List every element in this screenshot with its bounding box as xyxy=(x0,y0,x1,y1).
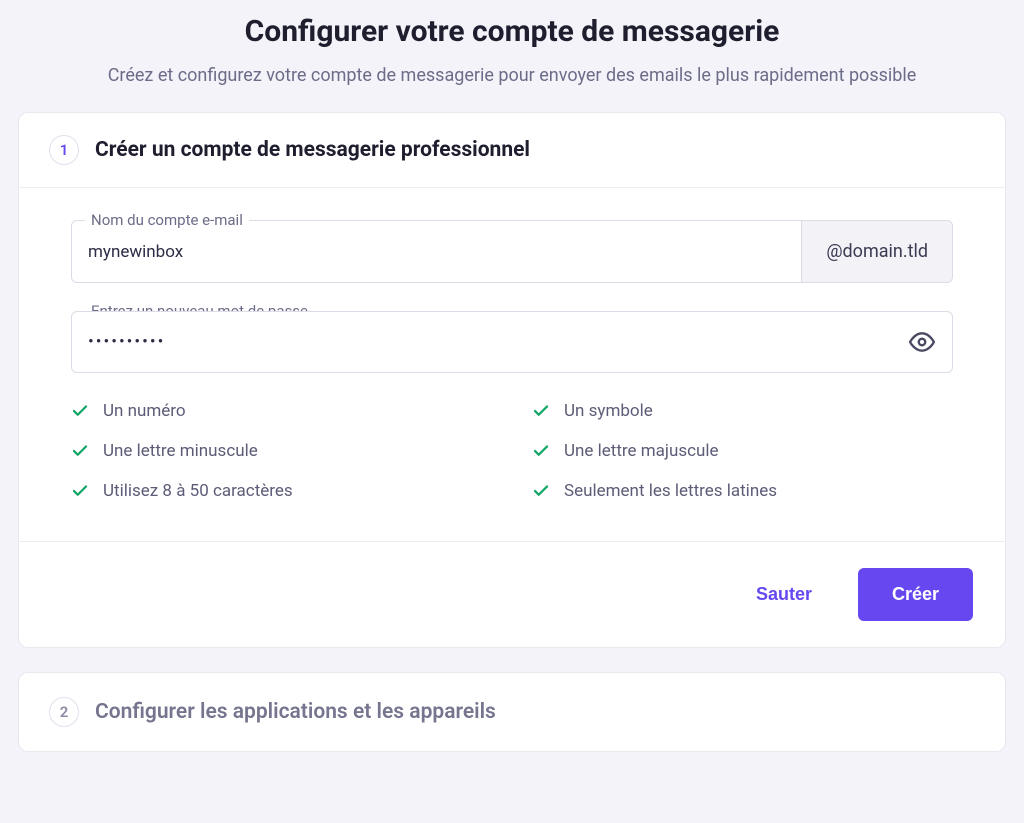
password-input[interactable] xyxy=(71,311,953,373)
password-field-group: Entrez un nouveau mot de passe xyxy=(71,311,953,373)
step-1-body: Nom du compte e-mail @domain.tld Entrez … xyxy=(19,188,1005,541)
step-2-card[interactable]: 2 Configurer les applications et les app… xyxy=(18,672,1006,752)
email-row: @domain.tld xyxy=(71,220,953,283)
step-2-title: Configurer les applications et les appar… xyxy=(95,700,496,724)
skip-button[interactable]: Sauter xyxy=(738,570,830,619)
password-requirements: Un numéro Un symbole Une lettre minuscul… xyxy=(71,401,953,501)
requirement-text: Seulement les lettres latines xyxy=(564,481,777,501)
check-icon xyxy=(532,402,550,420)
step-1-title: Créer un compte de messagerie profession… xyxy=(95,138,530,162)
page-header: Configurer votre compte de messagerie Cr… xyxy=(0,0,1024,112)
requirement-item: Une lettre majuscule xyxy=(532,441,953,461)
requirement-item: Utilisez 8 à 50 caractères xyxy=(71,481,492,501)
check-icon xyxy=(71,402,89,420)
requirement-text: Une lettre minuscule xyxy=(103,441,258,461)
step-1-number: 1 xyxy=(49,135,79,165)
create-button[interactable]: Créer xyxy=(858,568,973,621)
check-icon xyxy=(71,442,89,460)
page-subtitle: Créez et configurez votre compte de mess… xyxy=(40,63,984,88)
requirement-item: Seulement les lettres latines xyxy=(532,481,953,501)
step-2-number: 2 xyxy=(49,697,79,727)
domain-suffix: @domain.tld xyxy=(802,220,953,283)
requirement-item: Un symbole xyxy=(532,401,953,421)
step-1-card: 1 Créer un compte de messagerie professi… xyxy=(18,112,1006,648)
requirement-text: Un numéro xyxy=(103,401,186,421)
check-icon xyxy=(532,442,550,460)
requirement-text: Une lettre majuscule xyxy=(564,441,719,461)
step-1-footer: Sauter Créer xyxy=(19,541,1005,647)
eye-icon xyxy=(909,329,935,355)
requirement-text: Un symbole xyxy=(564,401,653,421)
password-wrap xyxy=(71,311,953,373)
requirement-item: Une lettre minuscule xyxy=(71,441,492,461)
step-2-header: 2 Configurer les applications et les app… xyxy=(19,673,1005,751)
email-field-group: Nom du compte e-mail @domain.tld xyxy=(71,220,953,283)
email-account-input[interactable] xyxy=(71,220,802,283)
check-icon xyxy=(532,482,550,500)
check-icon xyxy=(71,482,89,500)
requirement-item: Un numéro xyxy=(71,401,492,421)
requirement-text: Utilisez 8 à 50 caractères xyxy=(103,481,293,501)
toggle-password-visibility-button[interactable] xyxy=(905,325,939,359)
page-title: Configurer votre compte de messagerie xyxy=(40,14,984,49)
step-1-header: 1 Créer un compte de messagerie professi… xyxy=(19,113,1005,187)
email-label: Nom du compte e-mail xyxy=(85,211,249,229)
